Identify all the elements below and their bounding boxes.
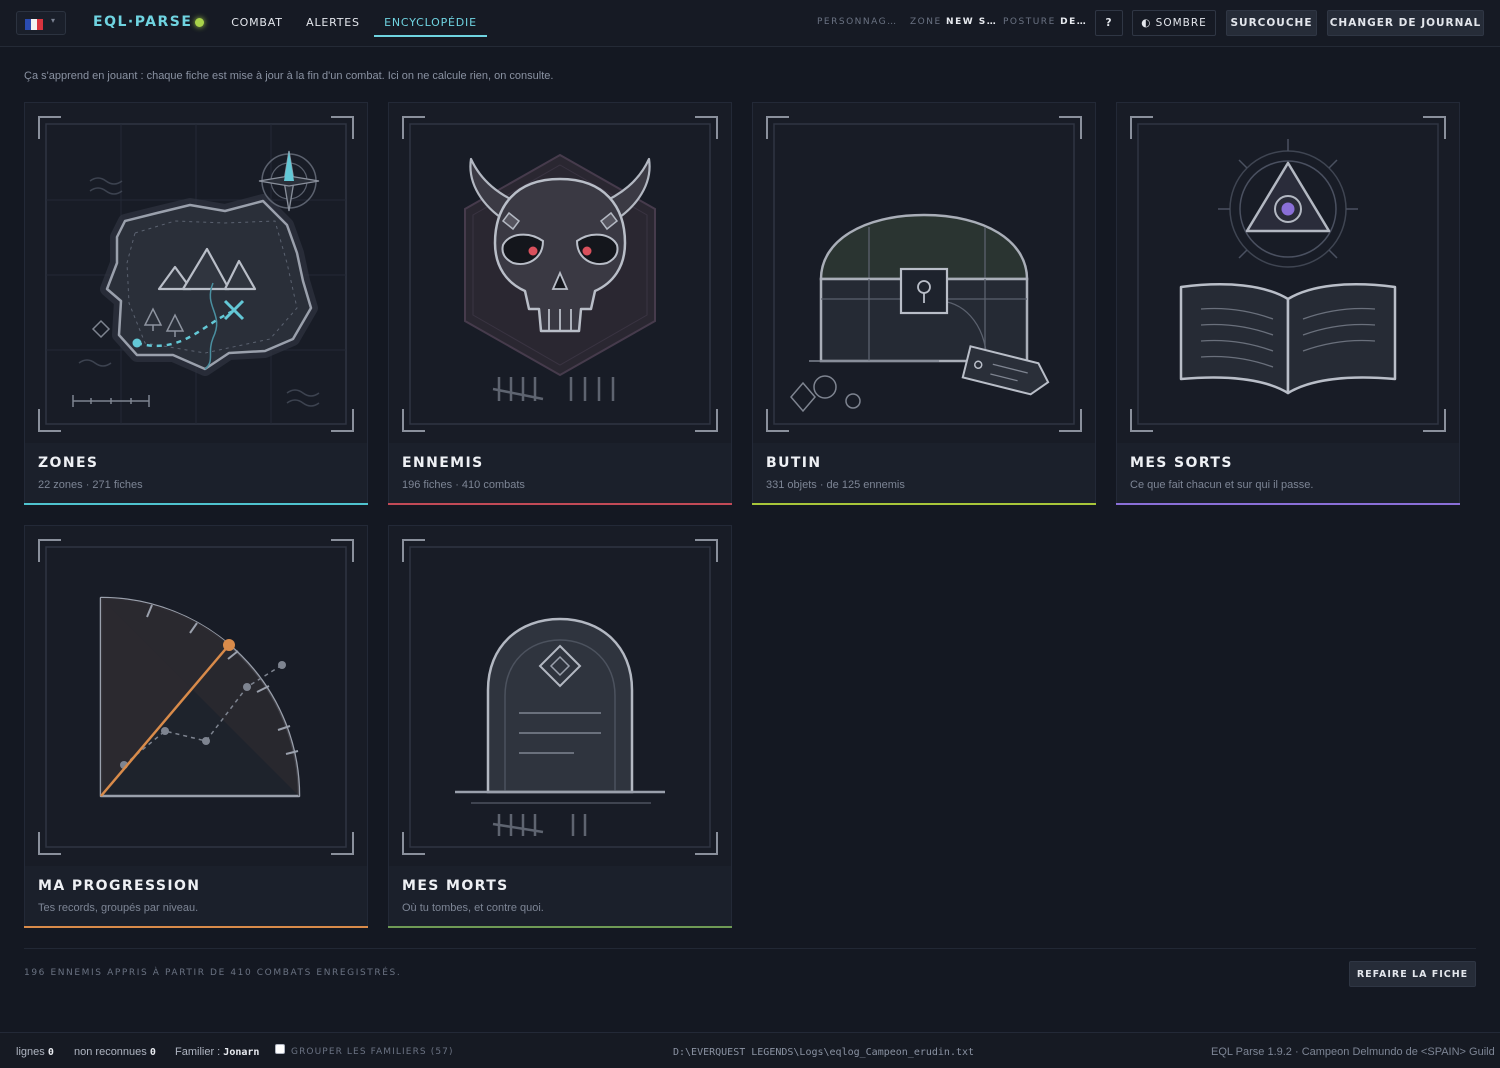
card-accent-bar: [1116, 503, 1460, 505]
skull-icon: [402, 116, 718, 432]
overlay-button[interactable]: SURCOUCHE: [1226, 10, 1317, 36]
character-status: PERSONNAG…: [817, 17, 898, 27]
card-ennemis[interactable]: ENNEMIS 196 fiches · 410 combats: [388, 102, 732, 505]
footer-divider: [24, 948, 1476, 949]
card-butin[interactable]: BUTIN 331 objets · de 125 ennemis: [752, 102, 1096, 505]
card-title: MES SORTS: [1130, 455, 1233, 471]
card-art: [389, 103, 731, 443]
card-accent-bar: [24, 926, 368, 928]
tab-alertes[interactable]: ALERTES: [300, 0, 366, 37]
card-art: [753, 103, 1095, 443]
card-art: [1117, 103, 1459, 443]
card-art: [389, 526, 731, 866]
spellbook-icon: [1130, 116, 1446, 432]
rebuild-sheet-button[interactable]: REFAIRE LA FICHE: [1349, 961, 1476, 987]
card-title: BUTIN: [766, 455, 822, 471]
card-art: [25, 526, 367, 866]
intro-text: Ça s'apprend en jouant : chaque fiche es…: [24, 70, 554, 82]
chevron-down-icon: ▾: [51, 16, 56, 25]
footer-stat-text: 196 ENNEMIS APPRIS À PARTIR DE 410 COMBA…: [24, 968, 402, 978]
status-bar: lignes 0 non reconnues 0 Familier : Jona…: [0, 1032, 1500, 1068]
tab-combat[interactable]: COMBAT: [226, 0, 288, 37]
app-brand: EQL·PARSE: [93, 14, 193, 30]
tab-encyclopedie[interactable]: ENCYCLOPÉDIE: [374, 0, 487, 37]
group-familiars-checkbox[interactable]: [275, 1044, 285, 1054]
top-bar: ▾ EQL·PARSE COMBAT ALERTES ENCYCLOPÉDIE …: [0, 0, 1500, 47]
posture-status: POSTURE DE…: [1003, 17, 1088, 27]
language-select[interactable]: ▾: [16, 11, 66, 35]
card-subtitle: 331 objets · de 125 ennemis: [766, 479, 905, 491]
log-path: D:\EVERQUEST LEGENDS\Logs\eqlog_Campeon_…: [673, 1047, 975, 1058]
theme-toggle-button[interactable]: ◐ SOMBRE: [1132, 10, 1216, 36]
map-icon: [38, 116, 354, 432]
card-subtitle: Tes records, groupés par niveau.: [38, 902, 199, 914]
group-familiars-label: GROUPER LES FAMILIERS (57): [291, 1047, 454, 1057]
progress-gauge-icon: [38, 539, 354, 855]
card-accent-bar: [24, 503, 368, 505]
card-accent-bar: [388, 503, 732, 505]
card-mes-morts[interactable]: MES MORTS Où tu tombes, et contre quoi.: [388, 525, 732, 928]
card-art: [25, 103, 367, 443]
card-subtitle: 196 fiches · 410 combats: [402, 479, 525, 491]
card-ma-progression[interactable]: MA PROGRESSION Tes records, groupés par …: [24, 525, 368, 928]
help-button[interactable]: ?: [1095, 10, 1123, 36]
familiar-info: Familier : Jonarn: [175, 1046, 260, 1058]
tombstone-icon: [402, 539, 718, 855]
connection-status-dot: [195, 18, 204, 27]
change-log-button[interactable]: CHANGER DE JOURNAL: [1327, 10, 1484, 36]
version-info: EQL Parse 1.9.2 · Campeon Delmundo de <S…: [1211, 1046, 1495, 1058]
card-accent-bar: [752, 503, 1096, 505]
card-accent-bar: [388, 926, 732, 928]
treasure-chest-icon: [766, 116, 1082, 432]
card-title: MA PROGRESSION: [38, 878, 201, 894]
zone-status: ZONE NEW S…: [910, 17, 998, 27]
card-subtitle: 22 zones · 271 fiches: [38, 479, 143, 491]
card-title: ZONES: [38, 455, 99, 471]
french-flag-icon: [25, 19, 43, 30]
card-subtitle: Où tu tombes, et contre quoi.: [402, 902, 544, 914]
card-subtitle: Ce que fait chacun et sur qui il passe.: [1130, 479, 1314, 491]
card-zones[interactable]: ZONES 22 zones · 271 fiches: [24, 102, 368, 505]
lines-count: lignes 0: [16, 1046, 54, 1058]
card-title: MES MORTS: [402, 878, 509, 894]
unrecognized-count: non reconnues 0: [74, 1046, 156, 1058]
card-title: ENNEMIS: [402, 455, 484, 471]
card-mes-sorts[interactable]: MES SORTS Ce que fait chacun et sur qui …: [1116, 102, 1460, 505]
